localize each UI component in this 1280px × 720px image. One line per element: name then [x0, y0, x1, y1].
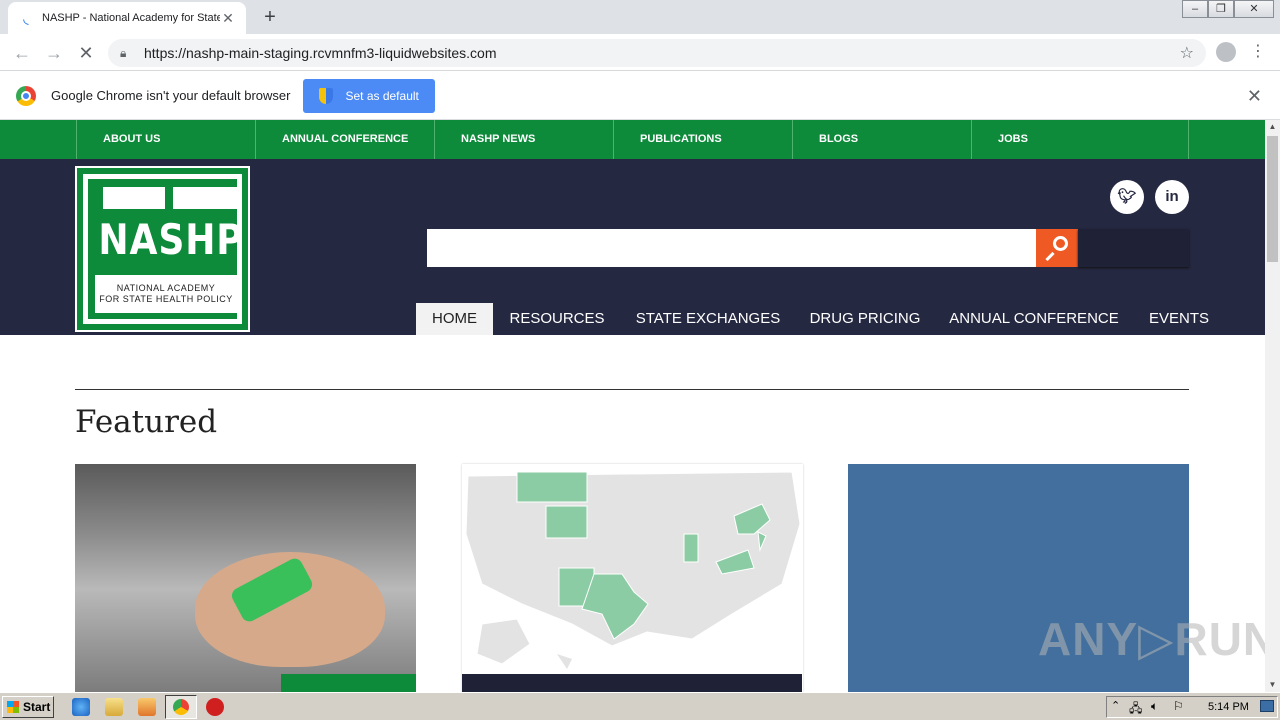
chrome-menu-icon[interactable]: ⋮ — [1250, 40, 1266, 64]
linkedin-icon[interactable]: in — [1155, 180, 1189, 214]
stop-loading-button[interactable]: ✕ — [74, 41, 98, 65]
top-nav-nashp-news[interactable]: NASHP NEWS — [434, 120, 613, 159]
show-desktop-icon[interactable] — [1260, 700, 1274, 712]
main-nav-drug-pricing[interactable]: DRUG PRICING — [800, 303, 930, 335]
network-icon[interactable]: 🖧︎ — [1129, 699, 1142, 720]
twitter-icon[interactable]: 🐦︎ — [1110, 180, 1144, 214]
featured-card-us-map[interactable] — [462, 464, 803, 692]
lock-icon: 🔒︎ — [120, 46, 127, 60]
show-hidden-icons-icon[interactable]: ⌃ — [1111, 699, 1120, 712]
infobar-close-icon[interactable]: ✕ — [1247, 86, 1262, 107]
search-icon — [1053, 236, 1068, 251]
default-browser-infobar: Google Chrome isn't your default browser… — [0, 72, 1280, 120]
main-nav-state-exchanges[interactable]: STATE EXCHANGES — [626, 303, 790, 335]
volume-icon[interactable]: 🔈︎ — [1151, 699, 1158, 714]
new-tab-button[interactable]: + — [258, 6, 282, 28]
set-as-default-label: Set as default — [345, 88, 419, 103]
section-divider — [75, 389, 1189, 390]
close-tab-icon[interactable]: ✕ — [220, 10, 236, 27]
us-map-image — [465, 471, 801, 669]
browser-tab[interactable]: ◟ NASHP - National Academy for State Hea… — [8, 2, 246, 34]
anyrun-watermark: ANY▷RUN — [1038, 613, 1265, 665]
uac-shield-icon — [319, 87, 334, 104]
featured-heading: Featured — [75, 404, 218, 440]
chrome-logo-icon — [16, 85, 36, 106]
card-label-strip — [281, 674, 416, 692]
profile-avatar[interactable] — [1216, 42, 1236, 62]
chrome-icon — [173, 699, 189, 715]
set-as-default-button[interactable]: Set as default — [303, 78, 435, 113]
main-nav-home[interactable]: HOME — [416, 303, 493, 335]
back-button[interactable]: ← — [10, 41, 34, 65]
url-text: https://nashp-main-staging.rcvmnfm3-liqu… — [144, 45, 497, 61]
forward-button[interactable]: → — [42, 41, 66, 65]
top-nav-annual-conference[interactable]: ANNUAL CONFERENCE — [255, 120, 434, 159]
site-search-input[interactable] — [427, 229, 1036, 267]
loading-icon: ◟ — [23, 10, 29, 26]
main-nav-annual-conference[interactable]: ANNUAL CONFERENCE — [940, 303, 1128, 335]
scroll-down-arrow-icon[interactable]: ▼ — [1265, 678, 1280, 692]
page-viewport: ABOUT US ANNUAL CONFERENCE NASHP NEWS PU… — [0, 120, 1265, 692]
top-nav-publications[interactable]: PUBLICATIONS — [613, 120, 792, 159]
main-nav-resources[interactable]: RESOURCES — [497, 303, 617, 335]
taskbar-clock[interactable]: 5:14 PM — [1208, 701, 1249, 713]
site-top-nav: ABOUT US ANNUAL CONFERENCE NASHP NEWS PU… — [0, 120, 1265, 159]
bookmark-star-icon[interactable]: ☆ — [1180, 43, 1194, 63]
logo-tagline: NATIONAL ACADEMY FOR STATE HEALTH POLICY — [95, 275, 237, 313]
scrollbar-thumb[interactable] — [1267, 136, 1278, 262]
system-tray: ⌃ 🖧︎ 🔈︎ ⚐ — [1106, 696, 1278, 718]
media-player-icon[interactable] — [138, 698, 156, 716]
logo-word: NASHP — [98, 215, 244, 264]
windows-taskbar: Start ⌃ 🖧︎ 🔈︎ ⚐ 5:14 PM — [0, 692, 1280, 720]
search-button[interactable] — [1036, 229, 1078, 267]
antivirus-icon[interactable] — [206, 698, 224, 716]
featured-card-housing-keys[interactable] — [75, 464, 416, 692]
address-bar[interactable]: 🔒︎ https://nashp-main-staging.rcvmnfm3-l… — [108, 39, 1206, 67]
start-button[interactable]: Start — [2, 696, 54, 718]
restore-button[interactable]: ❐ — [1208, 0, 1234, 18]
file-explorer-icon[interactable] — [105, 698, 123, 716]
action-center-flag-icon[interactable]: ⚐ — [1173, 699, 1184, 713]
tab-title: NASHP - National Academy for State Healt… — [42, 12, 220, 24]
internet-explorer-icon[interactable] — [72, 698, 90, 716]
top-nav-blogs[interactable]: BLOGS — [792, 120, 971, 159]
card-label-strip — [462, 674, 802, 692]
nashp-logo[interactable]: NASHP NATIONAL ACADEMY FOR STATE HEALTH … — [75, 166, 250, 332]
minimize-button[interactable]: – — [1182, 0, 1208, 18]
close-window-button[interactable]: ✕ — [1234, 0, 1274, 18]
search-extension — [1078, 229, 1189, 267]
browser-toolbar: ← → ✕ 🔒︎ https://nashp-main-staging.rcvm… — [0, 34, 1280, 71]
top-nav-jobs[interactable]: JOBS — [971, 120, 1189, 159]
chrome-taskbar-button[interactable] — [165, 695, 197, 719]
scroll-up-arrow-icon[interactable]: ▲ — [1265, 120, 1280, 134]
main-nav-events[interactable]: EVENTS — [1138, 303, 1220, 335]
top-nav-about-us[interactable]: ABOUT US — [76, 120, 255, 159]
infobar-message: Google Chrome isn't your default browser — [51, 88, 291, 103]
tab-strip: ◟ NASHP - National Academy for State Hea… — [0, 0, 1280, 34]
